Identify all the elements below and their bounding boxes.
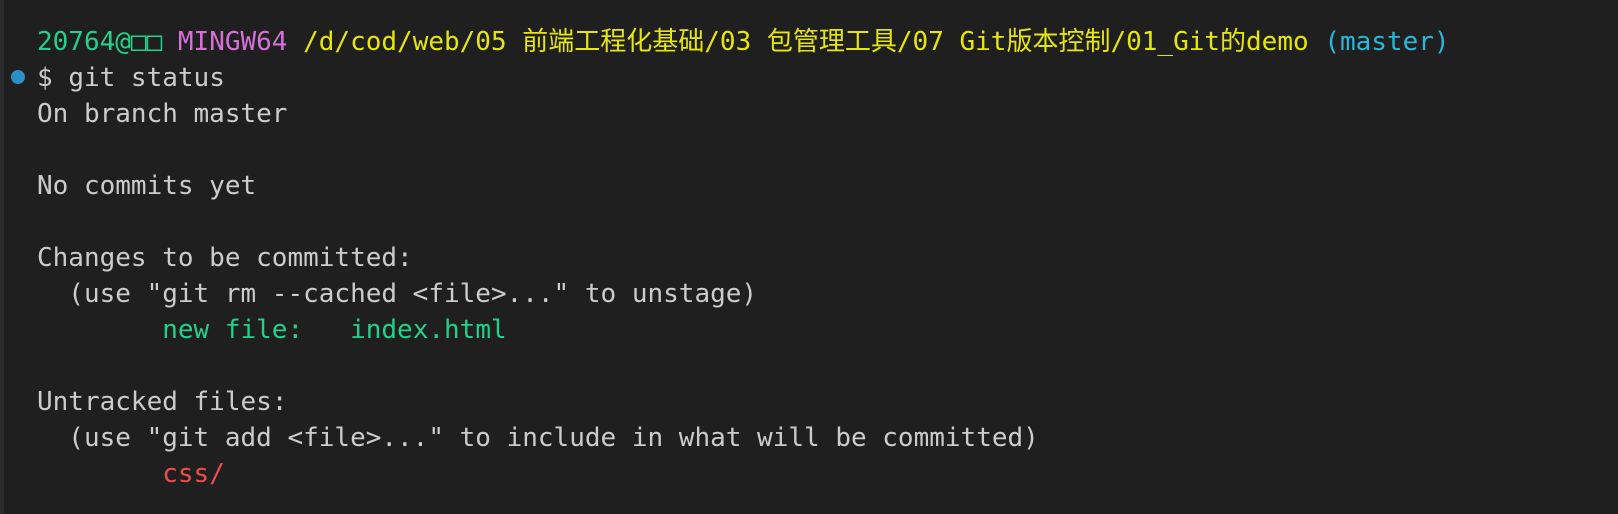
untracked-hint: (use "git add <file>..." to include in w… bbox=[37, 423, 1039, 453]
staged-hint: (use "git rm --cached <file>..." to unst… bbox=[37, 279, 758, 309]
command-text: git status bbox=[68, 63, 225, 93]
prompt-path: /d/cod/web/05 前端工程化基础/03 包管理工具/07 Git版本控… bbox=[303, 27, 1309, 57]
branch-line: On branch master bbox=[37, 99, 288, 129]
prompt-user-host: 20764@□□ bbox=[37, 27, 163, 57]
command-decoration-dot-icon[interactable] bbox=[11, 70, 25, 84]
untracked-file-name: css/ bbox=[162, 459, 225, 489]
prompt-symbol: $ bbox=[37, 63, 53, 93]
untracked-header: Untracked files: bbox=[37, 387, 288, 417]
prompt-branch: (master) bbox=[1324, 27, 1450, 57]
prompt-shell: MINGW64 bbox=[177, 27, 288, 57]
untracked-file-row: css/ bbox=[37, 456, 225, 493]
command-line: $ git status bbox=[37, 60, 225, 97]
no-commits-line: No commits yet bbox=[37, 171, 257, 201]
staged-file-status: new file: bbox=[162, 315, 304, 345]
staged-file-name: index.html bbox=[350, 315, 507, 345]
terminal-panel[interactable]: 20764@□□ MINGW64 /d/cod/web/05 前端工程化基础/0… bbox=[0, 0, 1618, 514]
staged-file-row: new file: index.html bbox=[37, 312, 507, 349]
prompt-line: 20764@□□ MINGW64 /d/cod/web/05 前端工程化基础/0… bbox=[37, 24, 1450, 61]
staged-header: Changes to be committed: bbox=[37, 243, 413, 273]
